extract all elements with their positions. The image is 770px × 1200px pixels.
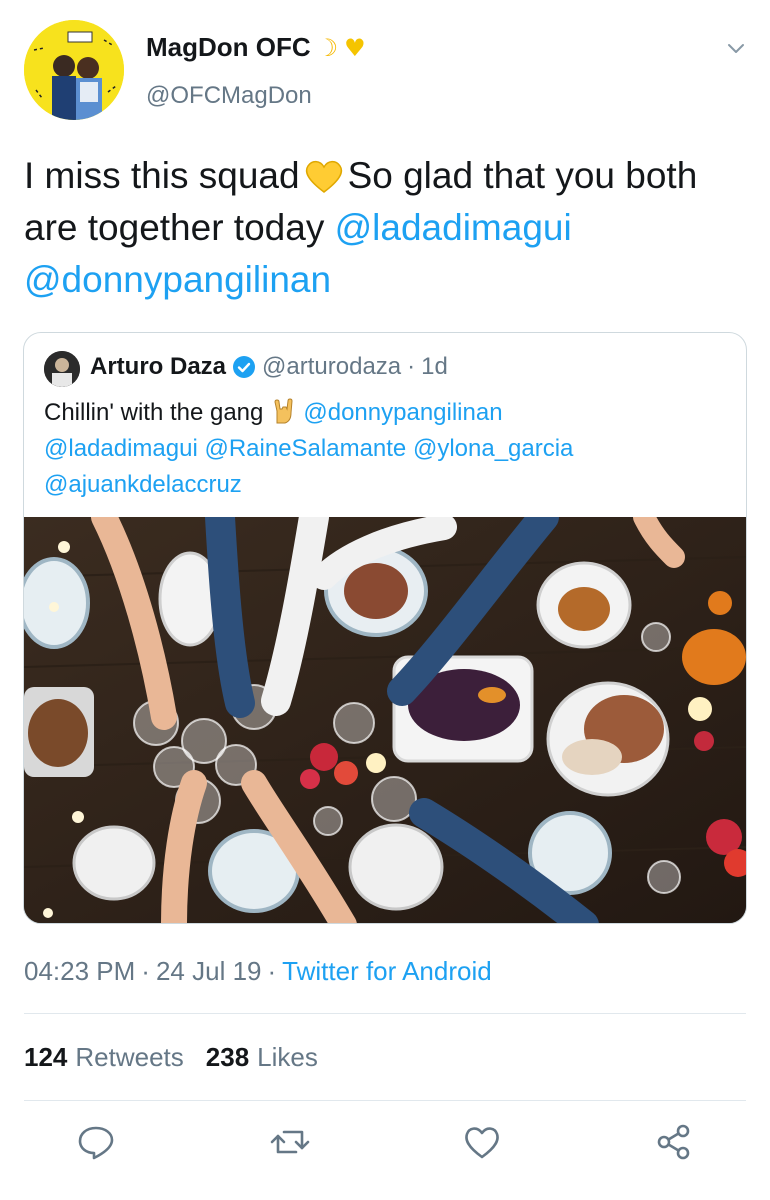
like-button[interactable]	[462, 1122, 502, 1162]
quote-avatar[interactable]	[44, 351, 80, 387]
retweet-icon	[270, 1130, 310, 1154]
mention-link[interactable]: @ladadimagui	[44, 435, 198, 462]
quote-photo[interactable]	[24, 517, 746, 923]
rock-hand-emoji-icon	[274, 398, 293, 424]
quote-age: 1d	[421, 353, 448, 380]
chevron-down-icon[interactable]	[724, 36, 748, 60]
divider	[24, 1013, 746, 1014]
separator-dot: ·	[141, 956, 150, 986]
mention-link[interactable]: @ajuankdelaccruz	[44, 471, 242, 498]
mention-link[interactable]: @donnypangilinan	[24, 259, 331, 300]
yellow-heart-emoji-icon: ♥	[344, 33, 366, 62]
like-label[interactable]: Likes	[257, 1042, 318, 1073]
retweet-count[interactable]: 124	[24, 1042, 67, 1073]
name-row: MagDon OFC ☽ ♥	[146, 32, 366, 63]
quoted-tweet-card[interactable]: Arturo Daza @arturodaza · 1d Chillin' wi…	[23, 332, 747, 924]
mention-link[interactable]: @RaineSalamante	[204, 435, 406, 462]
tweet-text-part1: I miss this squad	[24, 155, 300, 196]
reply-button[interactable]	[76, 1122, 116, 1162]
tweet-detail: MagDon OFC ☽ ♥ @OFCMagDon I miss this sq…	[0, 0, 770, 1200]
retweet-label[interactable]: Retweets	[75, 1042, 183, 1073]
moon-emoji-icon: ☽	[316, 33, 339, 62]
reply-icon	[78, 1126, 114, 1160]
tweet-date: 24 Jul 19	[155, 956, 262, 986]
quote-author-name[interactable]: Arturo Daza	[90, 353, 226, 381]
share-icon	[657, 1124, 690, 1160]
mention-link[interactable]: @ladadimagui	[335, 207, 572, 248]
share-button[interactable]	[654, 1122, 694, 1162]
quote-author-handle[interactable]: @arturodaza	[262, 353, 401, 381]
avatar[interactable]	[24, 20, 124, 120]
heart-icon	[465, 1127, 499, 1159]
separator-dot: ·	[407, 353, 416, 380]
display-name[interactable]: MagDon OFC	[146, 32, 311, 63]
retweet-button[interactable]	[270, 1122, 310, 1162]
tweet-text: I miss this squad So glad that you both a…	[24, 150, 754, 306]
divider	[24, 1100, 746, 1101]
like-count[interactable]: 238	[206, 1042, 249, 1073]
tweet-time: 04:23 PM	[24, 956, 136, 986]
user-handle[interactable]: @OFCMagDon	[146, 82, 312, 110]
verified-badge-icon	[233, 356, 256, 378]
separator-dot: ·	[267, 956, 277, 986]
quote-header: Arturo Daza @arturodaza · 1d	[90, 353, 448, 381]
yellow-heart-icon	[305, 160, 342, 193]
tweet-meta: 04:23 PM · 24 Jul 19 · Twitter for Andro…	[24, 956, 492, 987]
quote-text: Chillin' with the gang @donnypangilinan @l…	[44, 395, 734, 503]
mention-link[interactable]: @donnypangilinan	[303, 399, 502, 426]
mention-link[interactable]: @ylona_garcia	[413, 435, 573, 462]
tweet-source-link[interactable]: Twitter for Android	[282, 956, 492, 987]
quote-text-start: Chillin' with the gang	[44, 399, 264, 426]
engagement-stats: 124 Retweets 238 Likes	[24, 1042, 332, 1073]
